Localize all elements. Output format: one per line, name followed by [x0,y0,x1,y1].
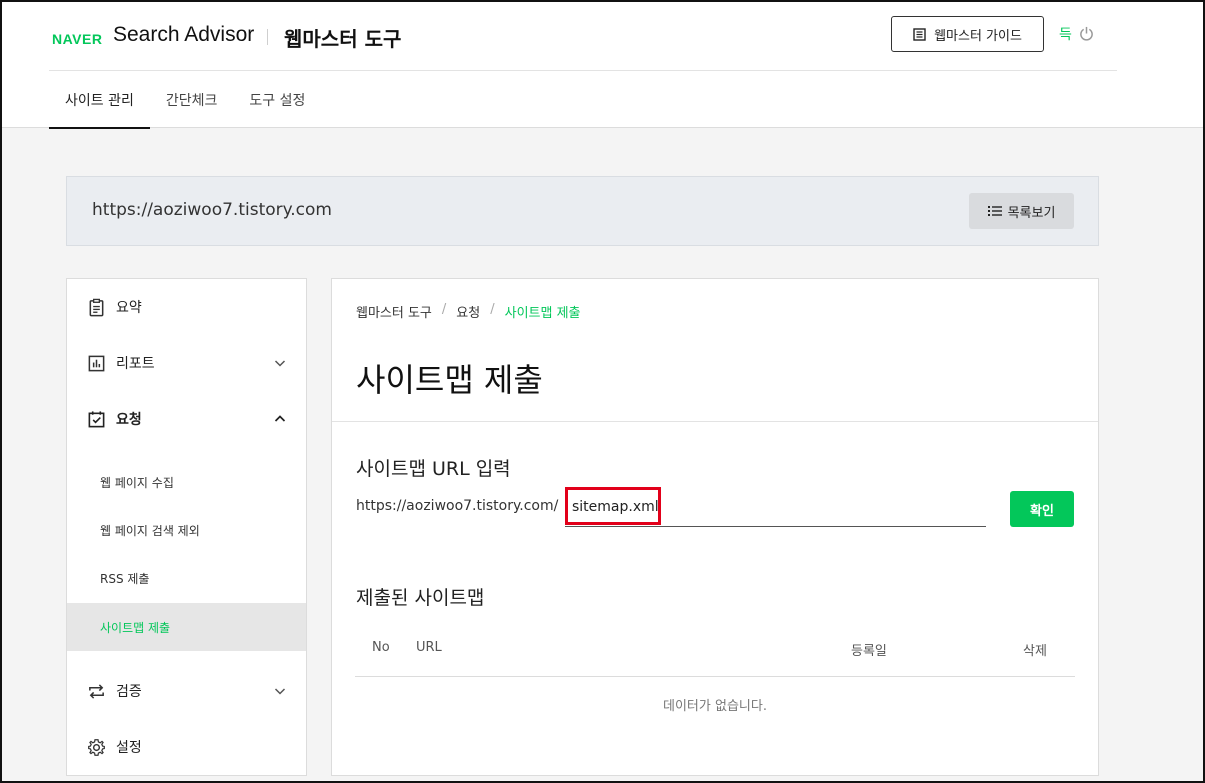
title-divider [332,421,1098,422]
submitted-sitemaps-title: 제출된 사이트맵 [356,587,485,609]
sitemap-url-field [565,489,986,527]
main-panel: 웹마스터 도구 / 요청 / 사이트맵 제출 사이트맵 제출 사이트맵 URL … [331,278,1099,776]
column-header-delete: 삭제 [1023,644,1047,659]
sitemap-url-section-title: 사이트맵 URL 입력 [356,458,511,480]
sidebar-item-settings[interactable]: 설정 [67,727,306,767]
url-prefix: https://aoziwoo7.tistory.com/ [356,498,559,514]
sidebar-item-label: 검증 [116,684,142,700]
verify-arrows-icon [89,683,104,699]
list-icon [987,206,1002,216]
sidebar-item-request[interactable]: 요청 [67,399,306,439]
breadcrumb-request[interactable]: 요청 [456,302,480,321]
brand-name[interactable]: Search Advisor [113,23,254,47]
sidebar-item-summary[interactable]: 요약 [67,287,306,327]
list-view-button[interactable]: 목록보기 [969,193,1074,229]
request-check-icon [88,410,105,427]
breadcrumb-separator: / [441,302,447,317]
tab-quick-check[interactable]: 간단체크 [150,71,234,128]
page-title: 사이트맵 제출 [356,361,543,399]
breadcrumb: 웹마스터 도구 / 요청 / 사이트맵 제출 [356,302,581,321]
sidebar-item-label: 요청 [116,412,142,428]
site-url: https://aoziwoo7.tistory.com [92,200,332,220]
breadcrumb-webmaster-tools[interactable]: 웹마스터 도구 [356,302,432,321]
chevron-up-icon [274,415,286,422]
report-chart-icon [88,355,105,371]
brand-subtitle[interactable]: 웹마스터 도구 [284,23,401,52]
top-header: NAVER Search Advisor 웹마스터 도구 웹마스터 가이드 득 … [2,2,1203,129]
column-header-no: No [372,640,390,655]
empty-table-message: 데이터가 없습니다. [663,699,767,714]
brand-divider [267,29,268,45]
sidebar-sub-rss-submit[interactable]: RSS 제출 [67,554,306,602]
user-name[interactable]: 득 [1059,24,1072,44]
sidebar-item-label: 리포트 [116,356,155,372]
sidebar-item-label: 요약 [116,300,142,316]
tab-site-management[interactable]: 사이트 관리 [49,71,150,129]
sidebar-sub-page-exclude[interactable]: 웹 페이지 검색 제외 [67,506,306,554]
naver-logo[interactable]: NAVER [52,31,102,47]
top-tabs: 사이트 관리 간단체크 도구 설정 [49,71,321,129]
chevron-down-icon [274,360,286,367]
chevron-down-icon [274,688,286,695]
confirm-button[interactable]: 확인 [1010,491,1074,527]
tab-tool-settings[interactable]: 도구 설정 [233,71,321,128]
sidebar-sub-sitemap-submit[interactable]: 사이트맵 제출 [67,603,306,651]
gear-icon [88,738,105,756]
site-bar: https://aoziwoo7.tistory.com 목록보기 [66,176,1099,246]
breadcrumb-separator: / [490,302,495,317]
logout-power-icon[interactable] [1079,26,1094,41]
table-divider [355,676,1075,677]
sidebar-item-report[interactable]: 리포트 [67,343,306,383]
webmaster-guide-button[interactable]: 웹마스터 가이드 [891,16,1044,52]
column-header-url: URL [416,640,442,655]
guide-book-icon [913,27,926,41]
column-header-date: 등록일 [851,644,887,659]
guide-button-label: 웹마스터 가이드 [934,28,1022,44]
sidebar-item-label: 설정 [116,740,142,756]
sitemap-url-input[interactable] [572,497,672,517]
sidebar-item-verify[interactable]: 검증 [67,671,306,711]
sidebar-sub-page-collect[interactable]: 웹 페이지 수집 [67,458,306,506]
sidebar: 요약 리포트 요청 웹 페이지 수집 웹 페이지 검색 제외 RSS 제출 사이… [66,278,307,776]
list-view-label: 목록보기 [1007,205,1056,221]
breadcrumb-current: 사이트맵 제출 [504,306,581,321]
clipboard-icon [89,298,104,316]
